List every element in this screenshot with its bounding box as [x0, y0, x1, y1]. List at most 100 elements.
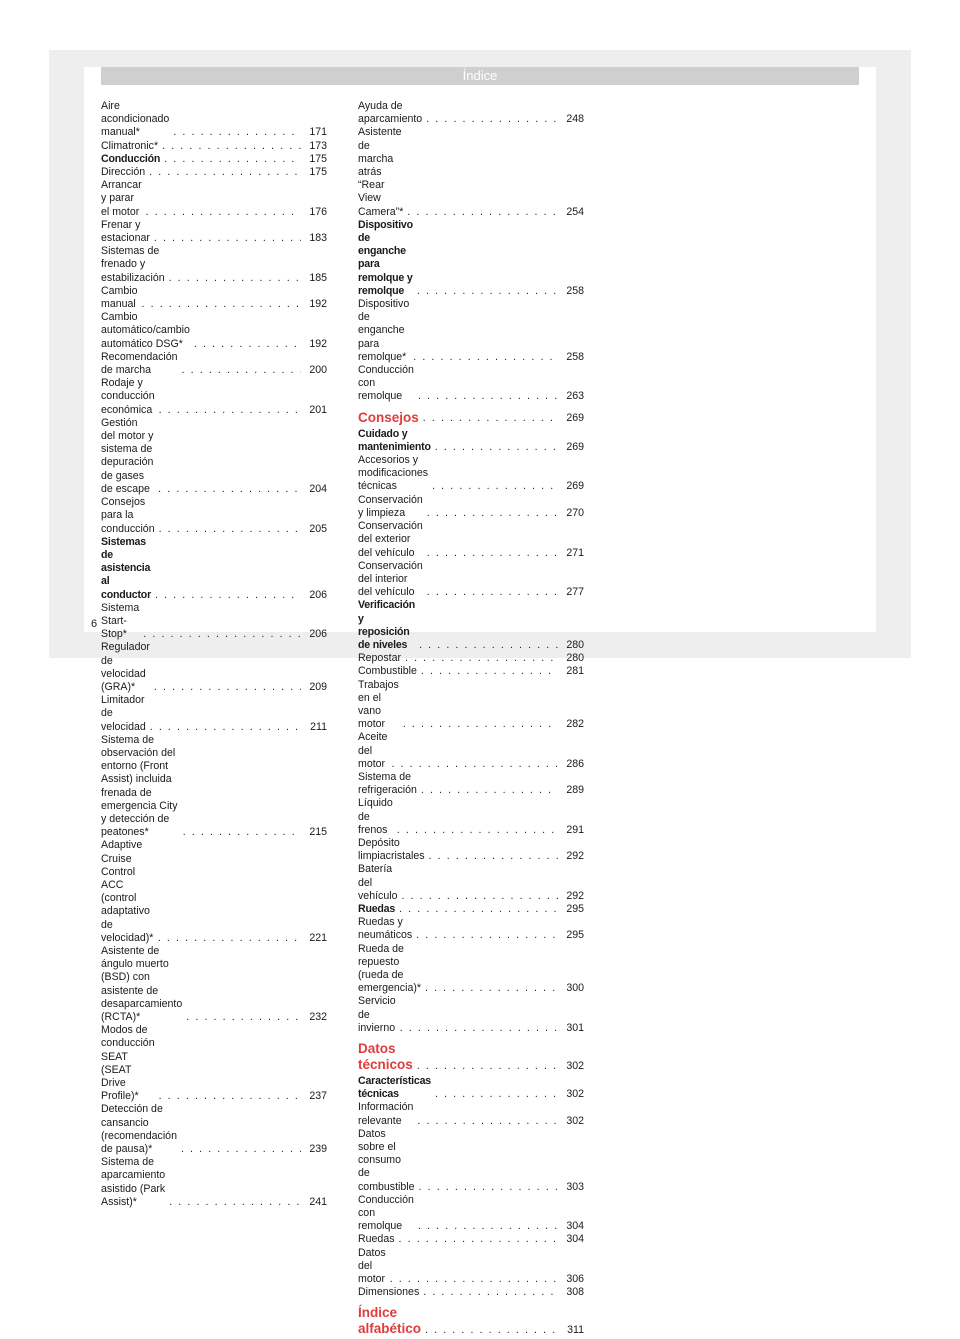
toc-entry: Conservación del interior del vehículo 27… [358, 560, 584, 600]
dot-leader [397, 824, 558, 837]
toc-entry: Modos de conducción SEAT (SEAT Drive Pro… [101, 1024, 327, 1103]
dot-leader [432, 480, 558, 493]
toc-entry-page: 300 [566, 982, 584, 995]
toc-entry-page: 280 [566, 638, 584, 651]
toc-entry: Ruedas 304 [358, 1233, 584, 1246]
toc-entry: Cambio automático/cambio automático DSG*… [101, 311, 327, 351]
dot-leader [169, 272, 301, 285]
toc-entry-page: 301 [566, 1021, 584, 1034]
toc-entry-title: Conducción con remolque [358, 364, 414, 403]
toc-entry: Depósito limpiacristales 292 [358, 837, 584, 863]
dot-leader [399, 903, 558, 916]
toc-entry-title: Accesorios y modificaciones técnicas [358, 454, 429, 493]
dot-leader [183, 826, 301, 839]
toc-entry-title: Trabajos en el vano motor [358, 678, 399, 731]
toc-entry-title: Ruedas y neumáticos [358, 916, 413, 942]
toc-entry: Conducción con remolque 263 [358, 364, 584, 404]
toc-entry-page: 311 [567, 1324, 584, 1337]
toc-entry: Cambio manual 192 [101, 285, 327, 311]
toc-entry-title: Cuidado y mantenimiento [358, 427, 431, 453]
toc-entry-title: Características técnicas [358, 1075, 431, 1101]
toc-entry: Sistemas de asistencia al conductor 206 [101, 536, 327, 602]
toc-entry-title: Adaptive Cruise Control ACC (control ada… [101, 839, 154, 944]
toc-entry-title: Ayuda de aparcamiento [358, 100, 423, 126]
dot-leader [418, 1220, 558, 1233]
toc-entry: Conducción con remolque 304 [358, 1194, 584, 1234]
toc-entry-page: 175 [309, 152, 327, 165]
toc-entry-page: 302 [566, 1059, 584, 1072]
dot-leader [182, 364, 301, 377]
toc-entry-title: Cambio automático/cambio automático DSG* [101, 311, 190, 350]
dot-leader [421, 784, 558, 797]
toc-entry: Ayuda de aparcamiento 248 [358, 100, 584, 126]
dot-leader [427, 547, 558, 560]
toc-entry-title: Información relevante [358, 1101, 414, 1127]
toc-entry-page: 304 [566, 1220, 584, 1233]
toc-entry: Ruedas 295 [358, 903, 584, 916]
dot-leader [149, 166, 301, 179]
toc-entry-title: Consejos para la conducción [101, 496, 155, 535]
toc-entry-title: Dirección [101, 166, 146, 179]
toc-entry-page: 304 [566, 1233, 584, 1246]
toc-entry-title: Aceite del motor [358, 731, 388, 770]
toc-entry: Líquido de frenos 291 [358, 797, 584, 837]
toc-entry-page: 192 [309, 298, 327, 311]
toc-entry: Rueda de repuesto (rueda de emergencia)*… [358, 943, 584, 996]
dot-leader [181, 1143, 301, 1156]
dot-leader [419, 1181, 558, 1194]
toc-entry-title: Rueda de repuesto (rueda de emergencia)* [358, 942, 422, 995]
dot-leader [423, 1286, 558, 1299]
dot-leader [194, 338, 301, 351]
toc-entry-page: 270 [566, 506, 584, 519]
toc-entry-page: 209 [309, 680, 327, 693]
toc-entry-title: Aire acondicionado manual* [101, 100, 170, 139]
toc-entry-title: Dimensiones [358, 1286, 420, 1299]
toc-entry: Sistema Start-Stop* 206 [101, 602, 327, 642]
toc-entry-page: 295 [566, 902, 584, 915]
toc-entry-page: 286 [566, 757, 584, 770]
toc-entry: Sistema de observación del entorno (Fron… [101, 734, 327, 840]
toc-entry: Servicio de invierno 301 [358, 995, 584, 1035]
toc-entry: Sistemas de frenado y estabilización 185 [101, 245, 327, 285]
toc-entry-title: Sistema de aparcamiento asistido (Park A… [101, 1156, 166, 1208]
toc-entry: Ruedas y neumáticos 295 [358, 916, 584, 942]
dot-leader [154, 232, 301, 245]
toc-entry-page: 258 [566, 284, 584, 297]
dot-leader [423, 412, 558, 425]
dot-leader [421, 665, 558, 678]
toc-entry-page: 241 [309, 1195, 327, 1208]
toc-entry: Consejos para la conducción 205 [101, 496, 327, 536]
toc-entry-title: Modos de conducción SEAT (SEAT Drive Pro… [101, 1024, 155, 1103]
dot-leader [143, 628, 301, 641]
toc-entry-page: 306 [566, 1273, 584, 1286]
toc-entry-page: 232 [309, 1011, 327, 1024]
toc-entry-page: 183 [309, 232, 327, 245]
toc-entry: Asistente de marcha atrás “Rear View Cam… [358, 126, 584, 218]
toc-entry-title: Conservación del exterior del vehículo [358, 520, 423, 559]
toc-entry: Rodaje y conducción económica 201 [101, 377, 327, 417]
dot-leader [158, 483, 301, 496]
dot-leader [427, 586, 558, 599]
toc-entry: Gestión del motor y sistema de depuració… [101, 417, 327, 496]
toc-entry-title: Frenar y estacionar [101, 218, 150, 245]
toc-entry-page: 282 [566, 718, 584, 731]
toc-entry: Conservación del exterior del vehículo 27… [358, 520, 584, 560]
toc-entry-title: Índice alfabético [358, 1305, 422, 1337]
toc-entry: Dispositivo de enganche para remolque y … [358, 219, 584, 298]
dot-leader [146, 206, 301, 219]
toc-entry-page: 308 [566, 1286, 584, 1299]
toc-entry: Datos sobre el consumo de combustible 303 [358, 1128, 584, 1194]
toc-entry: Asistente de ángulo muerto (BSD) con asi… [101, 945, 327, 1024]
dot-leader [142, 298, 301, 311]
toc-entry: Dirección 175 [101, 166, 327, 179]
toc-entry-title: Sistema Start-Stop* [101, 601, 140, 641]
toc-entry-title: Conducción [101, 152, 161, 165]
toc-entry: Recomendación de marcha 200 [101, 351, 327, 377]
dot-leader [403, 718, 558, 731]
toc-entry: Aire acondicionado manual* 171 [101, 100, 327, 140]
dot-leader [400, 1022, 558, 1035]
toc-entry-title: Sistema de refrigeración [358, 770, 417, 797]
toc-entry-page: 204 [309, 482, 327, 495]
toc-entry-title: Ruedas [358, 1233, 395, 1246]
dot-leader [158, 932, 301, 945]
